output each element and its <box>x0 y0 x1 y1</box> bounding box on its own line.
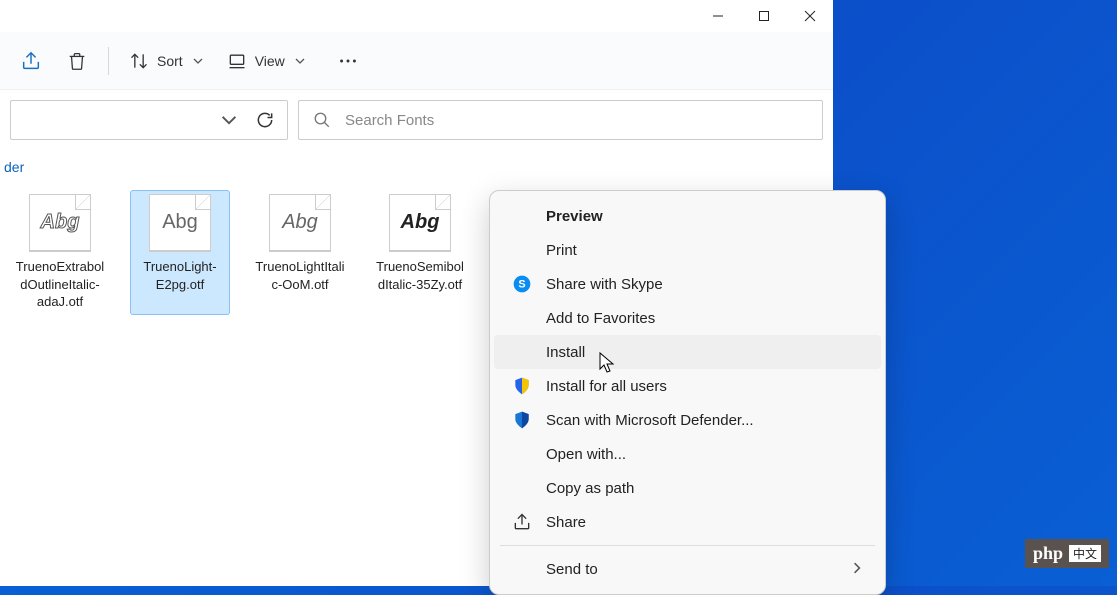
menu-label: Scan with Microsoft Defender... <box>546 412 863 429</box>
menu-item[interactable]: Scan with Microsoft Defender... <box>494 403 881 437</box>
menu-item[interactable]: Share <box>494 505 881 539</box>
minimize-button[interactable] <box>695 0 741 32</box>
title-bar <box>0 0 833 32</box>
delete-button[interactable] <box>56 41 98 81</box>
menu-item[interactable]: Copy as path <box>494 471 881 505</box>
toolbar: Sort View <box>0 32 833 90</box>
watermark-text: php <box>1033 543 1063 564</box>
shield-blue-icon <box>512 410 532 430</box>
skype-icon: S <box>512 274 532 294</box>
address-row <box>0 90 833 150</box>
file-item[interactable]: Abg TruenoExtraboldOutlineItalic-adaJ.otf <box>10 190 110 315</box>
context-menu: Preview Print S Share with Skype Add to Favo… <box>489 190 886 595</box>
font-file-icon: Abg <box>389 194 451 252</box>
menu-label: Send to <box>546 561 837 578</box>
toolbar-separator <box>108 47 109 75</box>
menu-item[interactable]: Install <box>494 335 881 369</box>
file-item[interactable]: Abg TruenoLight-E2pg.otf <box>130 190 230 315</box>
chevron-down-icon <box>193 56 203 66</box>
font-file-icon: Abg <box>269 194 331 252</box>
view-label: View <box>255 53 285 69</box>
share-icon <box>512 512 532 532</box>
view-icon <box>227 51 247 71</box>
breadcrumb[interactable]: der <box>0 150 833 184</box>
font-glyph: Abg <box>282 211 318 234</box>
watermark: php 中文 <box>1025 539 1109 568</box>
file-item[interactable]: Abg TruenoLightItalic-OoM.otf <box>250 190 350 315</box>
file-name: TruenoLightItalic-OoM.otf <box>254 258 346 293</box>
more-button[interactable] <box>327 41 369 81</box>
share-button[interactable] <box>10 41 52 81</box>
font-glyph: Abg <box>401 211 440 234</box>
menu-item[interactable]: Send to <box>494 552 881 586</box>
font-file-icon: Abg <box>149 194 211 252</box>
menu-item[interactable]: Preview <box>494 199 881 233</box>
file-name: TruenoSemiboldItalic-35Zy.otf <box>374 258 466 293</box>
sort-label: Sort <box>157 53 183 69</box>
file-name: TruenoExtraboldOutlineItalic-adaJ.otf <box>14 258 106 311</box>
file-item[interactable]: Abg TruenoSemiboldItalic-35Zy.otf <box>370 190 470 315</box>
close-button[interactable] <box>787 0 833 32</box>
menu-label: Share with Skype <box>546 276 863 293</box>
menu-item[interactable]: S Share with Skype <box>494 267 881 301</box>
menu-label: Copy as path <box>546 480 863 497</box>
font-glyph: Abg <box>41 211 80 234</box>
trash-icon <box>66 50 88 72</box>
address-bar[interactable] <box>10 100 288 140</box>
menu-item[interactable]: Add to Favorites <box>494 301 881 335</box>
minimize-icon <box>712 10 724 22</box>
chevron-down-icon <box>295 56 305 66</box>
shield-yb-icon <box>512 376 532 396</box>
chevron-down-icon[interactable] <box>221 112 237 128</box>
search-box[interactable] <box>298 100 823 140</box>
view-button[interactable]: View <box>217 41 315 81</box>
search-icon <box>313 111 331 129</box>
maximize-icon <box>758 10 770 22</box>
chevron-right-icon <box>851 561 863 578</box>
maximize-button[interactable] <box>741 0 787 32</box>
more-icon <box>337 50 359 72</box>
menu-label: Print <box>546 242 863 259</box>
menu-label: Install for all users <box>546 378 863 395</box>
search-input[interactable] <box>345 112 808 129</box>
font-file-icon: Abg <box>29 194 91 252</box>
menu-separator <box>500 545 875 546</box>
close-icon <box>804 10 816 22</box>
menu-label: Share <box>546 514 863 531</box>
menu-label: Add to Favorites <box>546 310 863 327</box>
menu-label: Preview <box>546 208 863 225</box>
file-name: TruenoLight-E2pg.otf <box>134 258 226 293</box>
menu-item[interactable]: Open with... <box>494 437 881 471</box>
menu-label: Open with... <box>546 446 863 463</box>
menu-item[interactable]: Install for all users <box>494 369 881 403</box>
font-glyph: Abg <box>162 211 198 234</box>
svg-text:S: S <box>518 278 525 290</box>
share-icon <box>20 50 42 72</box>
watermark-badge: 中文 <box>1069 545 1101 562</box>
sort-button[interactable]: Sort <box>119 41 213 81</box>
menu-item[interactable]: Print <box>494 233 881 267</box>
breadcrumb-text: der <box>4 159 24 175</box>
sort-icon <box>129 51 149 71</box>
menu-label: Install <box>546 344 863 361</box>
refresh-icon[interactable] <box>255 110 275 130</box>
